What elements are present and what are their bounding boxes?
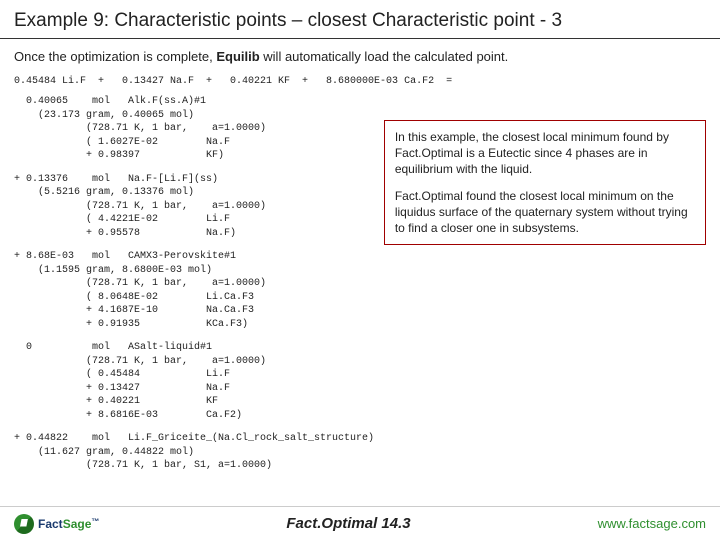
page-title: Example 9: Characteristic points – close… xyxy=(0,0,720,39)
intro-after: will automatically load the calculated p… xyxy=(260,49,509,64)
phase-block-4: 0 mol ASalt-liquid#1 (728.71 K, 1 bar, a… xyxy=(14,341,374,422)
logo-text: FactSage™ xyxy=(38,517,99,531)
output-column: 0.45484 Li.F + 0.13427 Na.F + 0.40221 KF… xyxy=(14,72,374,483)
factsage-logo: FactSage™ xyxy=(14,514,99,534)
phase-block-2: + 0.13376 mol Na.F-[Li.F](ss) (5.5216 gr… xyxy=(14,173,374,241)
callout-box: In this example, the closest local minim… xyxy=(384,120,706,245)
footer-title: Fact.Optimal 14.3 xyxy=(286,515,410,532)
phase-block-3: + 8.68E-03 mol CAMX3-Perovskite#1 (1.159… xyxy=(14,250,374,331)
intro-text: Once the optimization is complete, Equil… xyxy=(0,39,720,68)
equation-line: 0.45484 Li.F + 0.13427 Na.F + 0.40221 KF… xyxy=(14,72,374,95)
intro-bold: Equilib xyxy=(216,49,259,64)
phase-block-5: + 0.44822 mol Li.F_Griceite_(Na.Cl_rock_… xyxy=(14,432,374,473)
intro-before: Once the optimization is complete, xyxy=(14,49,216,64)
main-content: 0.45484 Li.F + 0.13427 Na.F + 0.40221 KF… xyxy=(0,68,720,483)
footer-bar: FactSage™ Fact.Optimal 14.3 www.factsage… xyxy=(0,506,720,540)
callout-column: In this example, the closest local minim… xyxy=(374,72,706,483)
phase-block-1: 0.40065 mol Alk.F(ss.A)#1 (23.173 gram, … xyxy=(14,95,374,163)
callout-paragraph-1: In this example, the closest local minim… xyxy=(395,129,695,178)
logo-tm: ™ xyxy=(91,517,99,526)
callout-paragraph-2: Fact.Optimal found the closest local min… xyxy=(395,188,695,237)
footer-url: www.factsage.com xyxy=(598,516,706,531)
logo-icon xyxy=(14,514,34,534)
logo-fact: Fact xyxy=(38,517,63,531)
logo-sage: Sage xyxy=(63,517,92,531)
